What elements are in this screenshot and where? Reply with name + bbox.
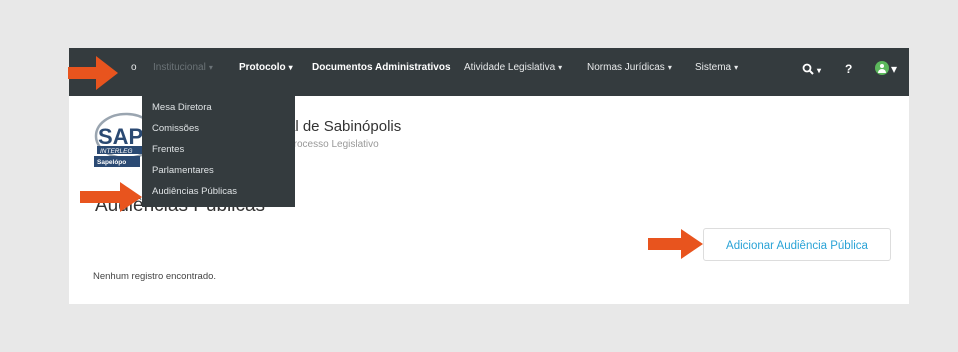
user-avatar-icon[interactable] (875, 61, 889, 75)
institucional-dropdown: Mesa Diretora Comissões Frentes Parlamen… (142, 96, 295, 207)
nav-protocolo[interactable]: Protocolo ▾ (239, 48, 293, 96)
help-button[interactable]: ? (845, 60, 852, 78)
nav-atividade-legislativa[interactable]: Atividade Legislativa ▾ (464, 48, 562, 96)
svg-text:Sapelópo: Sapelópo (97, 159, 126, 166)
nav-sistema[interactable]: Sistema ▾ (695, 48, 738, 96)
add-audiencia-publica-button[interactable]: Adicionar Audiência Pública (703, 228, 891, 261)
svg-text:INTERLEG: INTERLEG (100, 148, 133, 155)
svg-text:SAP: SAP (98, 124, 143, 149)
annotation-arrow-nav (68, 56, 118, 90)
nav-institucional[interactable]: Institucional ▾ (153, 48, 213, 96)
nav-home[interactable]: o (131, 48, 137, 96)
nav-documentos-administrativos[interactable]: Documentos Administrativos (312, 48, 451, 96)
dropdown-item-audiencias-publicas[interactable]: Audiências Públicas (152, 186, 237, 197)
empty-state-message: Nenhum registro encontrado. (93, 271, 217, 282)
dropdown-item-comissoes[interactable]: Comissões (152, 123, 199, 134)
dropdown-item-parlamentares[interactable]: Parlamentares (152, 165, 214, 176)
search-icon (802, 63, 814, 75)
dropdown-item-mesa-diretora[interactable]: Mesa Diretora (152, 102, 212, 113)
site-subtitle: Processo Legislativo (287, 139, 379, 150)
annotation-arrow-menu (80, 182, 142, 212)
annotation-arrow-button (648, 229, 703, 259)
user-menu-caret[interactable]: ▾ (891, 60, 897, 78)
nav-normas-juridicas[interactable]: Normas Jurídicas ▾ (587, 48, 672, 96)
app-window: o Institucional ▾ Protocolo ▾ Documentos A… (69, 48, 909, 304)
search-menu[interactable]: ▾ (802, 60, 821, 78)
dropdown-item-frentes[interactable]: Frentes (152, 144, 184, 155)
site-title: al de Sabinópolis (287, 118, 402, 135)
top-navbar: o Institucional ▾ Protocolo ▾ Documentos A… (69, 48, 909, 96)
